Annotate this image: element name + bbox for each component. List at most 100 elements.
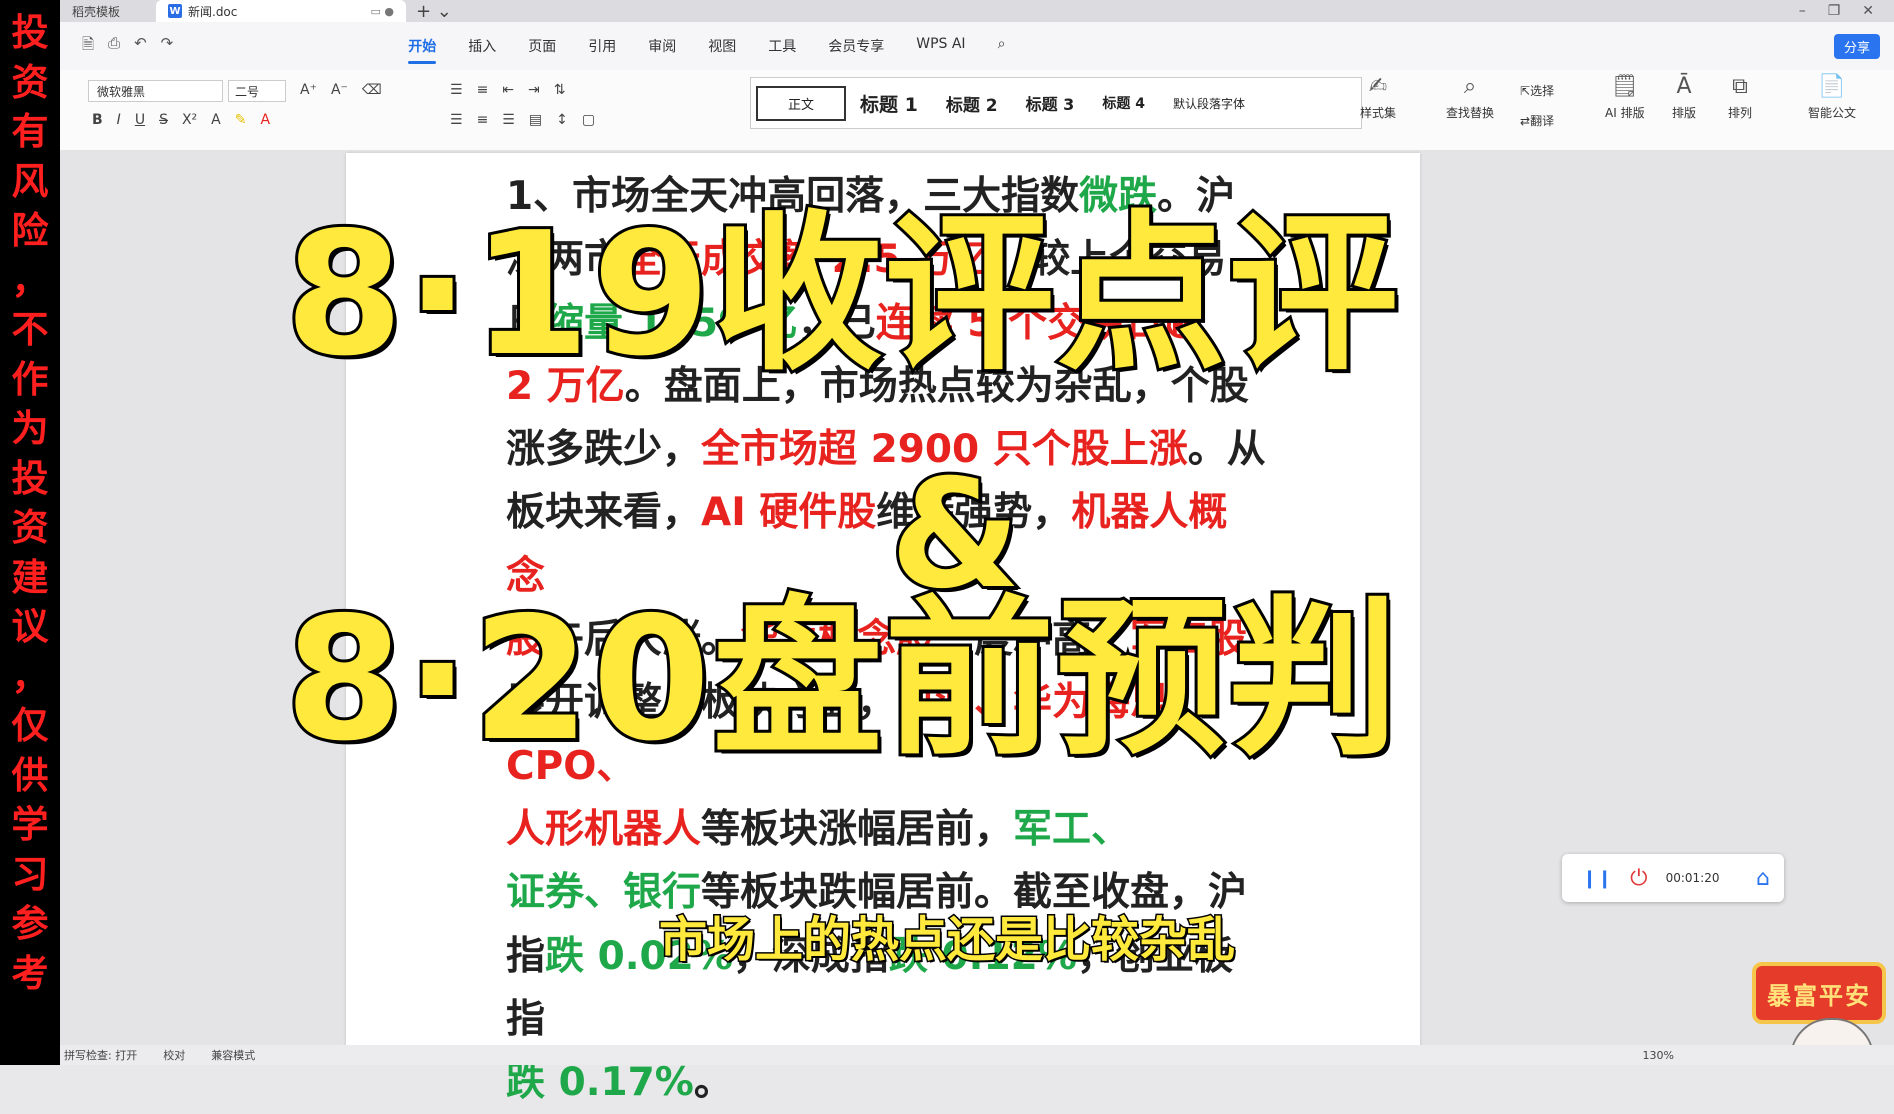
pause-icon[interactable]: ❙❙ [1582, 868, 1612, 889]
minimize-icon[interactable]: – [1799, 3, 1806, 19]
disclaimer-char: ， [11, 258, 49, 302]
menu-member[interactable]: 会员专享 [828, 36, 884, 56]
tab-template[interactable]: 稻壳模板 [60, 0, 156, 22]
proofread-status[interactable]: 校对 [163, 1047, 185, 1063]
align-left-icon[interactable]: ☰ [450, 112, 463, 128]
font-size-select[interactable]: 二号 [228, 80, 286, 102]
new-tab-icon[interactable]: + ⌄ [416, 1, 452, 22]
style-set-icon: ✍ [1368, 74, 1388, 99]
disclaimer-char: ， [11, 654, 49, 698]
clear-format-icon[interactable]: ⌫ [362, 82, 382, 98]
border-icon[interactable]: ▢ [582, 112, 595, 128]
home-icon[interactable]: ⌂ [1756, 866, 1770, 891]
menu-view[interactable]: 视图 [708, 36, 736, 56]
disclaimer-char: 议 [11, 605, 49, 648]
close-window-icon[interactable]: ✕ [1862, 3, 1874, 19]
sort-icon[interactable]: ⇅ [554, 82, 566, 98]
layout-icon: Ā [1676, 74, 1692, 99]
brand-stamp: 暴富平安 [1752, 962, 1886, 1024]
style-heading-4[interactable]: 标题 4 [1088, 93, 1159, 113]
redo-icon[interactable]: ↷ [161, 34, 174, 59]
stop-recording-icon[interactable]: ⏻ [1630, 866, 1647, 891]
menu-reference[interactable]: 引用 [588, 36, 616, 56]
style-heading-2[interactable]: 标题 2 [932, 91, 1012, 116]
menu-home[interactable]: 开始 [408, 36, 437, 64]
line-spacing-icon[interactable]: ↕ [556, 112, 568, 128]
smart-doc-label: 智能公文 [1808, 106, 1857, 120]
menu-review[interactable]: 审阅 [648, 36, 676, 56]
underline-icon[interactable]: U [135, 112, 145, 128]
smart-doc-button[interactable]: 📄 智能公文 [1808, 74, 1856, 121]
menu-insert[interactable]: 插入 [468, 36, 496, 56]
save-icon[interactable]: 🗎 [82, 34, 94, 59]
outdent-icon[interactable]: ⇥ [528, 82, 540, 98]
translate-label: 翻译 [1530, 114, 1555, 128]
zoom-level[interactable]: 130% [1643, 1049, 1674, 1062]
search-icon[interactable]: ⌕ [998, 36, 1006, 56]
find-icon: ⌕ [1463, 74, 1477, 99]
style-normal[interactable]: 正文 [756, 85, 847, 121]
disclaimer-char: 仅 [11, 704, 49, 747]
style-set-button[interactable]: ✍ 样式集 [1360, 74, 1396, 121]
style-default-font[interactable]: 默认段落字体 [1159, 95, 1259, 112]
justify-icon[interactable]: ▤ [529, 112, 542, 128]
menu-wps-ai[interactable]: WPS AI [916, 36, 965, 56]
highlight-icon[interactable]: ✎ [235, 112, 247, 128]
style-gallery: 正文 标题 1 标题 2 标题 3 标题 4 默认段落字体 [750, 77, 1362, 129]
font-family-select[interactable]: 微软雅黑 [88, 80, 223, 102]
font-color-icon[interactable]: A [260, 112, 270, 128]
align-right-icon[interactable]: ☰ [502, 112, 515, 128]
disclaimer-char: 资 [11, 506, 49, 549]
undo-icon[interactable]: ↶ [134, 34, 147, 59]
style-heading-3[interactable]: 标题 3 [1012, 91, 1089, 115]
smart-doc-icon: 📄 [1818, 74, 1846, 99]
tab-bar: 稻壳模板 W 新闻.doc ▭ ● + ⌄ – ❐ ✕ [60, 0, 1894, 22]
italic-icon[interactable]: I [117, 112, 121, 128]
menu-tools[interactable]: 工具 [768, 36, 796, 56]
layout-label: 排版 [1672, 106, 1697, 120]
word-doc-icon: W [168, 4, 182, 18]
share-button[interactable]: 分享 [1833, 33, 1880, 59]
superscript-icon[interactable]: X² [182, 112, 197, 128]
select-label: 选择 [1530, 84, 1555, 98]
disclaimer-char: 投 [11, 456, 49, 500]
disclaimer-char: 作 [11, 357, 49, 401]
print-icon[interactable]: ⎙ [108, 34, 120, 59]
disclaimer-char: 习 [11, 852, 49, 896]
tab-close-icon[interactable]: ▭ ● [371, 5, 395, 18]
numbered-list-icon[interactable]: ≡ [477, 82, 489, 98]
find-replace-button[interactable]: ⌕ 查找替换 [1446, 74, 1494, 121]
style-heading-1[interactable]: 标题 1 [846, 90, 932, 117]
translate-button[interactable]: ⇄ 翻译 [1520, 112, 1554, 129]
tab-news-doc-label: 新闻.doc [188, 4, 238, 19]
spell-check-status[interactable]: 拼写检查: 打开 [64, 1047, 137, 1063]
menu-bar: 🗎 ⎙ ↶ ↷ 开始 插入 页面 引用 审阅 视图 工具 会员专享 WPS AI… [60, 22, 1894, 70]
indent-icon[interactable]: ⇤ [502, 82, 514, 98]
disclaimer-char: 有 [11, 110, 49, 153]
shrink-font-icon[interactable]: A⁻ [331, 82, 348, 98]
find-replace-label: 查找替换 [1446, 106, 1495, 120]
recording-time: 00:01:20 [1665, 871, 1720, 885]
grow-font-icon[interactable]: A⁺ [300, 82, 317, 98]
ai-layout-button[interactable]: 🗒 AI 排版 [1605, 74, 1645, 121]
menu-page[interactable]: 页面 [528, 36, 556, 56]
disclaimer-char: 险 [11, 209, 49, 252]
arrange-button[interactable]: ⧉ 排列 [1728, 74, 1752, 121]
align-center-icon[interactable]: ≡ [477, 112, 489, 128]
bullet-list-icon[interactable]: ☰ [450, 82, 463, 98]
strikethrough-icon[interactable]: S̶ [159, 112, 168, 128]
tab-template-label: 稻壳模板 [72, 4, 121, 19]
video-subtitle: 市场上的热点还是比较杂乱 [657, 911, 1236, 970]
disclaimer-char: 投 [11, 11, 49, 54]
select-button[interactable]: ⇱ 选择 [1520, 82, 1554, 99]
arrange-icon: ⧉ [1732, 74, 1748, 99]
overlay-title-review: 8·19收评点评 [282, 196, 1401, 394]
layout-button[interactable]: Ā 排版 [1672, 74, 1696, 121]
ai-layout-icon: 🗒 [1610, 74, 1639, 99]
restore-icon[interactable]: ❐ [1828, 3, 1841, 19]
disclaimer-char: 为 [11, 407, 49, 450]
bold-icon[interactable]: B [92, 112, 103, 128]
tab-news-doc[interactable]: W 新闻.doc ▭ ● [156, 0, 406, 22]
text-effect-icon[interactable]: A [211, 112, 221, 128]
style-set-label: 样式集 [1360, 106, 1397, 120]
